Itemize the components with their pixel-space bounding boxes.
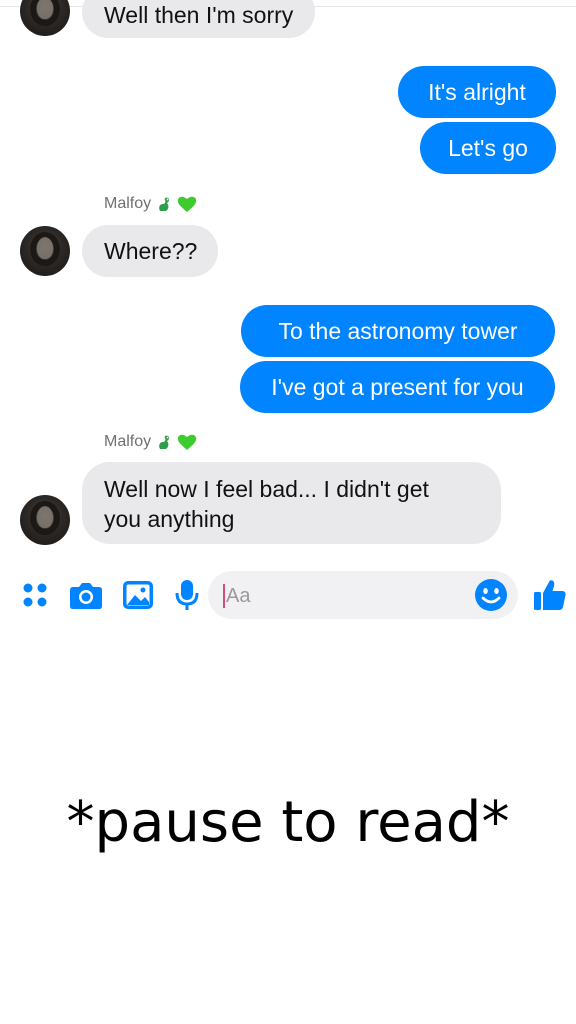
gallery-button[interactable]	[121, 578, 155, 612]
chat-thread: Well then I'm sorry It's alright Let's g…	[0, 0, 576, 630]
message-text: To the astronomy tower	[278, 318, 518, 344]
thumbs-up-icon	[534, 580, 566, 610]
apps-button[interactable]	[18, 578, 52, 612]
like-button[interactable]	[533, 578, 567, 612]
voice-button[interactable]	[170, 578, 204, 612]
caption-text: *pause to read*	[66, 790, 510, 855]
message-bubble-outgoing[interactable]: To the astronomy tower	[241, 305, 555, 357]
microphone-icon	[175, 580, 199, 610]
message-bubble-incoming[interactable]: Well now I feel bad... I didn't get you …	[82, 462, 501, 544]
avatar[interactable]	[20, 495, 70, 545]
message-bubble-outgoing[interactable]: I've got a present for you	[240, 361, 555, 413]
camera-button[interactable]	[69, 578, 103, 612]
sender-name-text: Malfoy	[104, 195, 152, 212]
message-input[interactable]: Aa	[208, 571, 518, 619]
message-bubble-outgoing[interactable]: Let's go	[420, 122, 556, 174]
message-text: Where??	[104, 238, 198, 264]
screen: Well then I'm sorry It's alright Let's g…	[0, 0, 576, 1024]
message-text-line: Well now I feel bad... I didn't get	[104, 476, 429, 502]
message-text: I've got a present for you	[271, 374, 524, 400]
message-text: Well then I'm sorry	[104, 2, 294, 28]
avatar[interactable]	[20, 226, 70, 276]
green-heart-emoji-icon	[177, 196, 197, 212]
composer-toolbar: Aa	[0, 566, 576, 626]
message-bubble-incoming[interactable]: Where??	[82, 225, 218, 277]
dragon-emoji-icon	[159, 435, 170, 449]
apps-grid-icon	[23, 583, 47, 607]
sender-name-text: Malfoy	[104, 433, 152, 450]
emoji-button[interactable]	[474, 578, 508, 612]
text-cursor	[223, 584, 225, 608]
smiley-icon	[475, 579, 507, 611]
message-bubble-outgoing[interactable]: It's alright	[398, 66, 556, 118]
sender-name: Malfoy	[104, 195, 197, 213]
message-input-placeholder: Aa	[226, 585, 251, 607]
message-bubble-incoming[interactable]: Well then I'm sorry	[82, 0, 316, 38]
camera-icon	[70, 583, 102, 609]
message-text-line: you anything	[104, 506, 235, 532]
image-icon	[123, 581, 153, 609]
dragon-emoji-icon	[159, 197, 170, 211]
avatar[interactable]	[20, 0, 70, 36]
message-text: It's alright	[428, 79, 526, 105]
message-text: Let's go	[448, 135, 528, 161]
sender-name: Malfoy	[104, 433, 197, 451]
green-heart-emoji-icon	[177, 434, 197, 450]
